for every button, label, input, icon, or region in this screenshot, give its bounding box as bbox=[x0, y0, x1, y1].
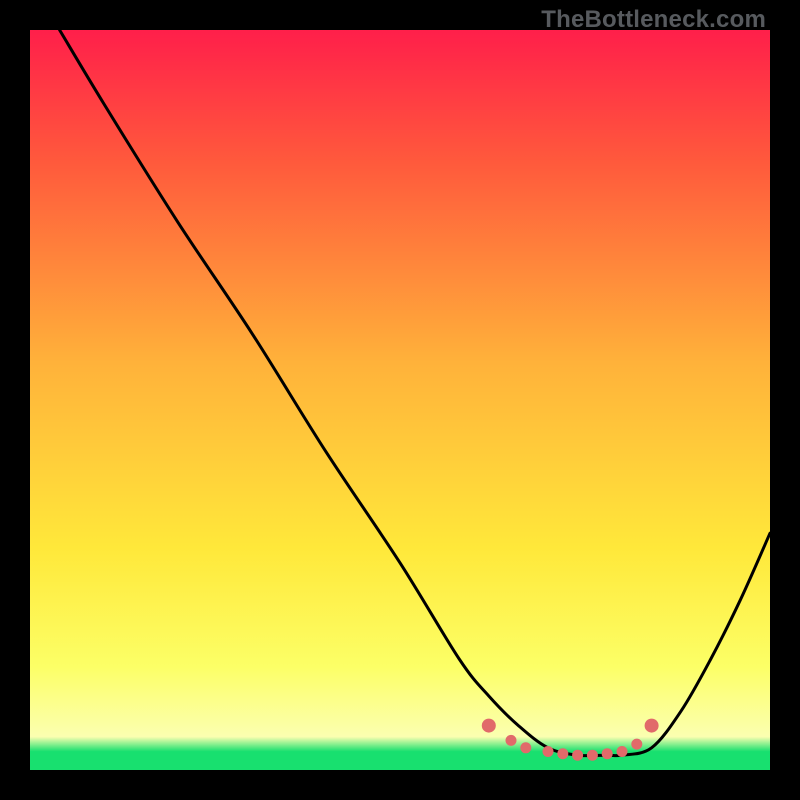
highlight-dot bbox=[543, 746, 554, 757]
highlight-dot bbox=[631, 739, 642, 750]
chart-frame bbox=[30, 30, 770, 770]
highlight-dot bbox=[617, 746, 628, 757]
highlight-dot bbox=[587, 750, 598, 761]
highlight-dot bbox=[572, 750, 583, 761]
gradient-background bbox=[30, 30, 770, 770]
highlight-dot bbox=[602, 748, 613, 759]
highlight-dot bbox=[645, 719, 659, 733]
highlight-dot bbox=[520, 742, 531, 753]
highlight-dot bbox=[482, 719, 496, 733]
highlight-dot bbox=[557, 748, 568, 759]
highlight-dot bbox=[506, 735, 517, 746]
bottleneck-chart bbox=[30, 30, 770, 770]
